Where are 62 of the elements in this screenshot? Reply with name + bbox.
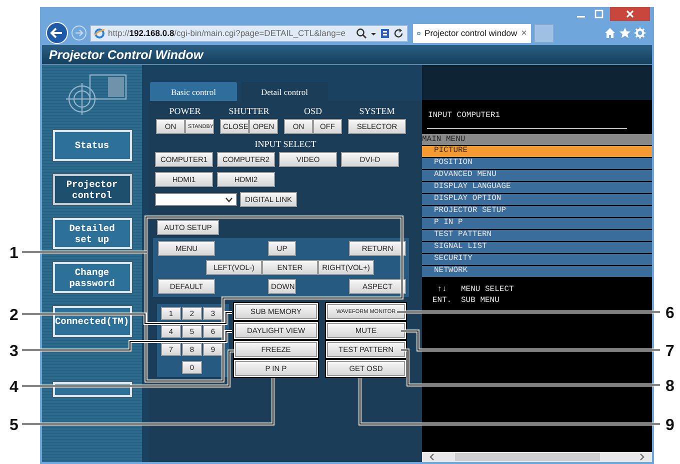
osd-menu-item[interactable]: ADVANCED MENU	[422, 170, 652, 181]
callout-number: 1	[10, 245, 18, 262]
scroll-right-icon[interactable]	[638, 453, 646, 461]
tab[interactable]: Basic control	[150, 82, 237, 101]
dropdown-field[interactable]	[155, 193, 237, 206]
callout-number: 4	[10, 379, 18, 396]
osd-menu-item[interactable]: PROJECTOR SETUP	[422, 206, 652, 217]
tab[interactable]: Detail control	[241, 82, 328, 101]
osd-hint-text: MENU SELECT	[460, 285, 514, 294]
osd-menu-item[interactable]: SECURITY	[422, 254, 652, 265]
callout-number: 7	[666, 343, 674, 360]
scroll-thumb[interactable]	[454, 453, 600, 461]
tab-title: Projector control window	[424, 28, 518, 38]
group-label: OSD	[304, 106, 322, 117]
browser-logo-icon	[94, 28, 105, 38]
osd-menu-item[interactable]: TEST PATTERN	[422, 230, 652, 241]
osd-menu-item[interactable]: DISPLAY OPTION	[422, 194, 652, 205]
browser-tab[interactable]: Projector control window ×	[413, 24, 531, 42]
sidebar-button[interactable]: Status	[52, 130, 132, 161]
osd-menu-item[interactable]: DISPLAY LANGUAGE	[422, 182, 652, 193]
group-label: POWER	[169, 106, 201, 117]
sidebar-button[interactable]: Connected(TM)	[52, 306, 132, 337]
callout-number: 3	[10, 343, 18, 360]
address-text: http://192.168.0.8/cgi-bin/main.cgi?page=DETAIL_CTL&lang=e	[108, 28, 346, 38]
star-icon[interactable]	[619, 27, 631, 39]
sidebar-button[interactable]: Change password	[52, 262, 132, 293]
home-icon[interactable]	[604, 27, 616, 39]
refresh-icon[interactable]	[393, 28, 404, 38]
maximize-icon[interactable]	[592, 8, 606, 20]
group-label: SYSTEM	[359, 106, 395, 117]
callout-number: 2	[10, 307, 18, 324]
osd-key-text: ENT.	[431, 296, 453, 305]
osd-key-text: ↑↓	[436, 285, 448, 294]
close-icon	[625, 9, 635, 19]
osd-menu-item[interactable]: SIGNAL LIST	[422, 242, 652, 253]
group-label: SHUTTER	[228, 106, 270, 117]
section-label: INPUT SELECT	[254, 139, 318, 150]
chevron-down-icon	[225, 196, 233, 202]
document-icon[interactable]	[380, 28, 390, 38]
osd-menu-item[interactable]: PICTURE	[422, 146, 652, 157]
callout-number: 6	[666, 305, 674, 322]
address-field[interactable]: http://192.168.0.8/cgi-bin/main.cgi?page=DETAIL_CTL&lang=e	[90, 24, 408, 42]
settings-icon[interactable]	[634, 27, 646, 39]
osd-menu-title: MAIN MENU	[422, 134, 652, 145]
tab-close-button[interactable]: ×	[521, 28, 527, 38]
osd-input-text: INPUT COMPUTER1	[427, 111, 502, 121]
callout-number: 9	[666, 417, 674, 434]
osd-menu-item[interactable]: P IN P	[422, 218, 652, 229]
back-icon[interactable]	[46, 22, 68, 44]
scroll-left-icon[interactable]	[428, 453, 436, 461]
callout-number: 5	[10, 417, 18, 434]
sidebar-button[interactable]: Detailed set up	[52, 218, 132, 249]
osd-menu-item[interactable]: NETWORK	[422, 266, 652, 277]
callout-number: 8	[666, 378, 674, 395]
osd-hint-text: SUB MENU	[460, 296, 500, 305]
forward-icon[interactable]	[71, 25, 87, 41]
search-icon[interactable]	[356, 28, 367, 38]
sidebar-button[interactable]: Projector control	[52, 174, 132, 205]
horizontal-scrollbar[interactable]	[422, 452, 652, 462]
close-button[interactable]	[610, 7, 650, 21]
page-title: Projector Control Window	[49, 48, 204, 62]
osd-menu-item[interactable]: POSITION	[422, 158, 652, 169]
